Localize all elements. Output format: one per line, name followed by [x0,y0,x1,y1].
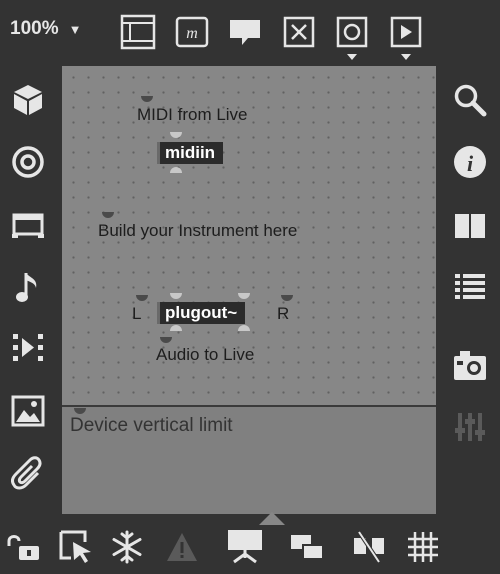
patcher-canvas[interactable]: MIDI from Live midiin Build your Instrum… [62,66,436,514]
plugout-inlet-right[interactable] [238,293,250,299]
target-icon[interactable] [11,145,45,179]
search-icon[interactable] [453,83,487,117]
cube-icon[interactable] [12,83,44,117]
zoom-dropdown[interactable]: 100% ▼ [10,18,81,40]
book-icon[interactable] [453,212,487,240]
label-right[interactable]: R [277,304,289,324]
svg-text:m: m [186,25,198,42]
device-icon[interactable] [11,210,45,240]
device-vertical-limit-label: Device vertical limit [70,415,233,436]
info-icon[interactable]: i [452,144,488,180]
comment-audio-to-live[interactable]: Audio to Live [156,345,254,365]
close-box-icon[interactable] [283,16,315,48]
comment-inlet [281,295,293,301]
media-icon[interactable] [11,332,45,364]
midiin-outlet[interactable] [170,167,182,173]
comment-midi-from-live[interactable]: MIDI from Live [137,105,248,125]
sliders-icon [453,410,487,444]
midiin-inlet[interactable] [170,132,182,138]
zoom-value: 100% [10,18,59,39]
freeze-icon[interactable] [110,530,144,564]
patch-cords-icon[interactable] [351,530,387,564]
plugout-outlet-right[interactable] [238,325,250,331]
max-object-icon[interactable]: m [175,16,209,48]
layers-icon[interactable] [289,531,325,563]
image-icon[interactable] [11,395,45,427]
comment-inlet [160,337,172,343]
snapshot-icon[interactable] [452,348,488,382]
plugout-outlet-left[interactable] [170,325,182,331]
zoom-caret-icon: ▼ [68,21,82,37]
midiin-object[interactable]: midiin [157,142,224,164]
plugout-object[interactable]: plugout~ [157,302,246,324]
label-left[interactable]: L [132,304,141,324]
comment-icon[interactable] [228,18,262,48]
select-arrow-icon[interactable] [59,530,93,564]
grid-icon[interactable] [406,530,440,564]
presentation-icon[interactable] [226,528,264,564]
comment-build-instrument[interactable]: Build your Instrument here [98,221,297,241]
circle-dropdown-icon[interactable] [336,16,368,64]
device-limit-area: Device vertical limit [62,405,436,514]
plugout-inlet-left[interactable] [170,293,182,299]
comment-inlet [102,212,114,218]
comment-inlet [74,408,86,414]
play-dropdown-icon[interactable] [390,16,422,64]
list-icon[interactable] [453,271,487,303]
warning-icon [165,530,199,564]
comment-inlet [141,96,153,102]
paperclip-icon[interactable] [11,455,45,491]
music-note-icon[interactable] [14,270,42,306]
comment-inlet [136,295,148,301]
lock-icon[interactable] [5,532,41,562]
canvas-notch [259,512,285,525]
svg-text:i: i [467,151,474,176]
presentation-mode-icon[interactable] [120,14,156,50]
